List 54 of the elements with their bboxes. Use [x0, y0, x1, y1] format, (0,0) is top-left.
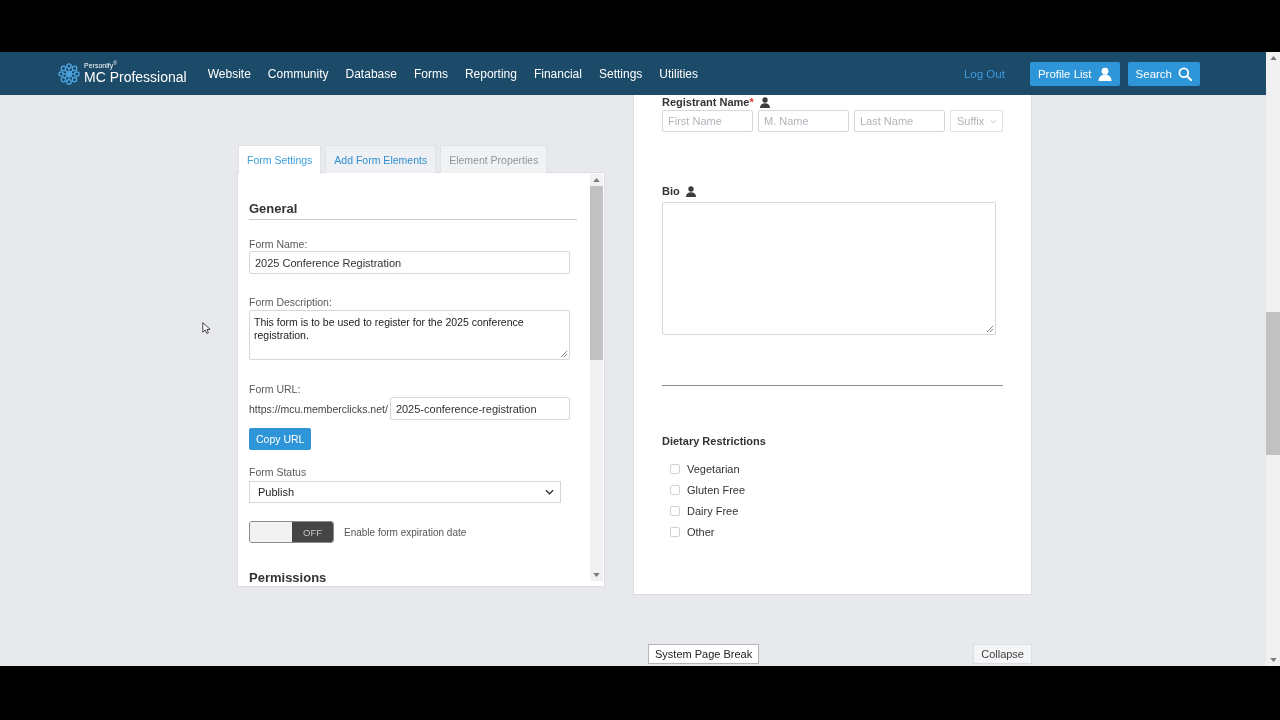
field-label: Bio [662, 185, 680, 198]
caret-up-icon [593, 178, 600, 182]
form-description-field[interactable]: This form is to be used to register for the 2025 conference registration. [249, 310, 570, 360]
form-name-field[interactable]: 2025 Conference Registration [249, 251, 570, 274]
nav-link[interactable]: Settings [598, 66, 643, 81]
mouse-pointer-icon [202, 322, 211, 334]
nav-link[interactable]: Reporting [464, 66, 517, 81]
url-prefix: https://mcu.memberclicks.net/ [249, 402, 388, 415]
chevron-down-icon [545, 489, 554, 495]
option-label: Vegetarian [687, 462, 740, 475]
field-label: Dietary Restrictions [662, 435, 766, 448]
field-label: Registrant Name* [662, 96, 754, 109]
caret-down-icon [593, 573, 600, 577]
field-label: Form Status [249, 465, 307, 479]
resize-grip-icon [986, 325, 994, 333]
name-field[interactable]: M. Name [758, 110, 849, 132]
nav-link[interactable]: Database [345, 66, 397, 81]
field-label: Form Name: [249, 237, 308, 251]
collapse-button[interactable]: Collapse [973, 644, 1032, 664]
scrollbar-thumb[interactable] [1266, 312, 1280, 455]
nav-link[interactable]: Utilities [659, 66, 698, 81]
nav-link[interactable]: Financial [533, 66, 582, 81]
toggle-label: Enable form expiration date [344, 526, 467, 538]
checkbox[interactable] [670, 526, 680, 537]
resize-grip-icon [560, 350, 568, 358]
nav-link[interactable]: Forms [413, 66, 448, 81]
url-slug-field[interactable]: 2025-conference-registration [389, 397, 570, 420]
toggle-switch[interactable]: OFF [249, 521, 334, 543]
field-label: Form URL: [249, 382, 301, 396]
person-icon [1097, 66, 1112, 81]
page-break-label: System Page Break [648, 644, 760, 664]
checkbox[interactable] [670, 505, 680, 516]
option-label: Gluten Free [687, 483, 746, 496]
section-heading: Permissions [249, 570, 327, 586]
scrollbar[interactable] [590, 174, 603, 581]
nav-link[interactable]: Community [267, 66, 329, 81]
field-label: Form Description: [249, 295, 332, 309]
checkbox[interactable] [670, 484, 680, 495]
caret-up-icon [1269, 56, 1277, 60]
scrollbar[interactable] [1266, 52, 1280, 666]
scrollbar-thumb[interactable] [590, 186, 603, 360]
search-icon [1178, 66, 1192, 81]
bio-field[interactable] [662, 202, 996, 335]
chevron-down-icon [990, 118, 997, 124]
checkbox[interactable] [670, 463, 680, 474]
section-heading: General [249, 201, 298, 217]
caret-down-icon [1269, 658, 1277, 662]
name-field[interactable]: First Name [662, 110, 753, 132]
option-label: Other [687, 525, 715, 538]
logo-icon [58, 62, 80, 85]
status-select[interactable]: Publish [249, 481, 561, 503]
option-label: Dairy Free [687, 504, 739, 517]
name-field[interactable]: Last Name [854, 110, 945, 132]
nav-link[interactable]: Website [207, 66, 251, 81]
